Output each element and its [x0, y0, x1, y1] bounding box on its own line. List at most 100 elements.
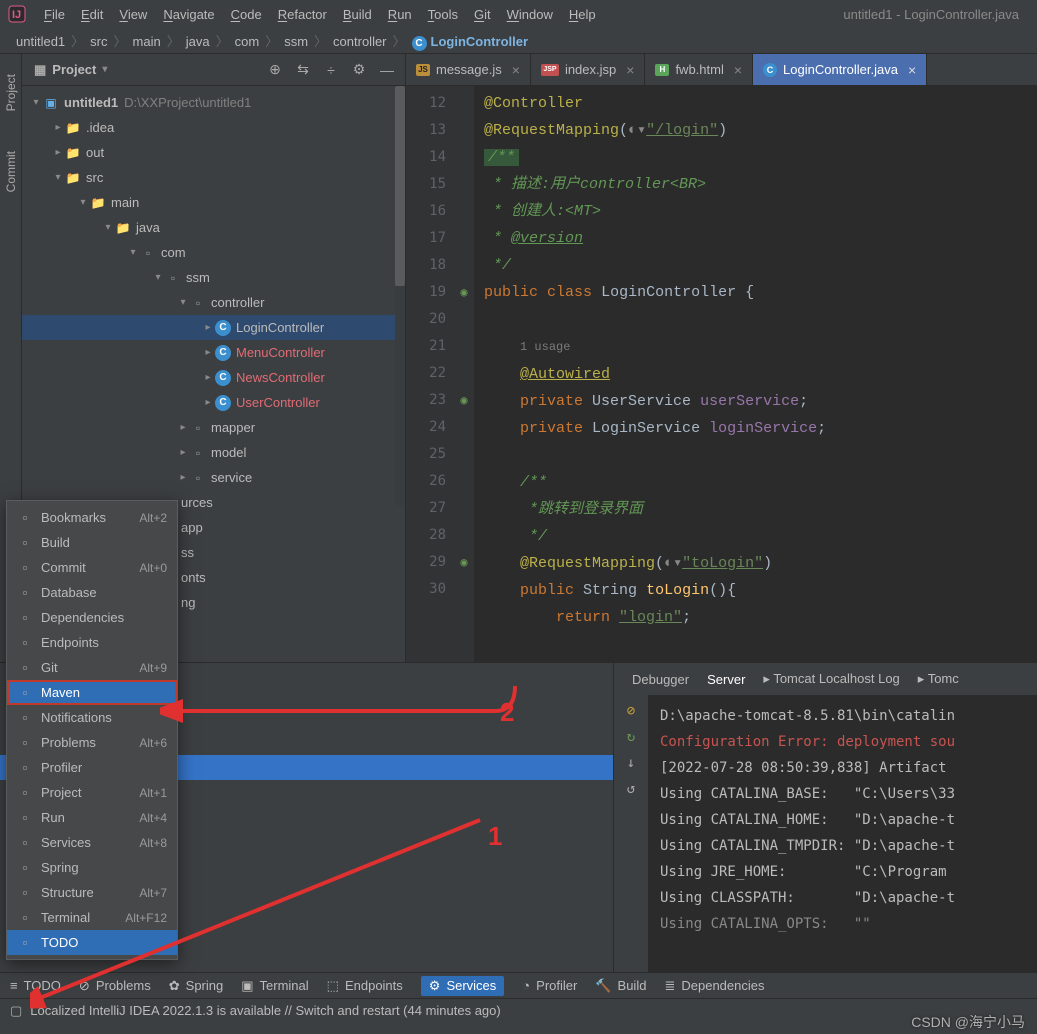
- tree-service[interactable]: ▸▫ service: [22, 465, 405, 490]
- menu-code[interactable]: Code: [223, 4, 270, 25]
- expand-all-icon[interactable]: ⇆: [293, 60, 313, 80]
- tree-class-login[interactable]: ▸C LoginController: [22, 315, 405, 340]
- menu-edit[interactable]: Edit: [73, 4, 111, 25]
- popup-item-todo[interactable]: ▫TODO: [7, 930, 177, 955]
- scroll-down-icon[interactable]: ↓: [627, 755, 635, 771]
- tab-tomcat-log[interactable]: ▸ Tomcat Localhost Log: [763, 665, 899, 693]
- console-output[interactable]: D:\apache-tomcat-8.5.81\bin\catalinConfi…: [648, 695, 1037, 972]
- rail-project[interactable]: Project: [4, 74, 18, 111]
- status-text[interactable]: Localized IntelliJ IDEA 2022.1.3 is avai…: [30, 1003, 500, 1018]
- tree-ssm[interactable]: ▾▫ ssm: [22, 265, 405, 290]
- popup-item-services[interactable]: ▫ServicesAlt+8: [7, 830, 177, 855]
- tree-class-user[interactable]: ▸C UserController: [22, 390, 405, 415]
- popup-item-profiler[interactable]: ▫Profiler: [7, 755, 177, 780]
- breadcrumb-item[interactable]: controller: [327, 34, 392, 49]
- popup-item-project[interactable]: ▫ProjectAlt+1: [7, 780, 177, 805]
- popup-item-run[interactable]: ▫RunAlt+4: [7, 805, 177, 830]
- tree-scrollbar[interactable]: [395, 86, 405, 506]
- popup-item-terminal[interactable]: ▫TerminalAlt+F12: [7, 905, 177, 930]
- close-tab-icon[interactable]: ×: [508, 62, 520, 78]
- tree-class-news[interactable]: ▸C NewsController: [22, 365, 405, 390]
- tree-mapper[interactable]: ▸▫ mapper: [22, 415, 405, 440]
- bottom-tab-build[interactable]: 🔨Build: [595, 978, 646, 994]
- close-tab-icon[interactable]: ×: [904, 62, 916, 78]
- collapse-all-icon[interactable]: ÷: [321, 60, 341, 80]
- breadcrumb-item[interactable]: ssm: [278, 34, 314, 49]
- tool-windows-popup[interactable]: ▫BookmarksAlt+2▫Build▫CommitAlt+0▫Databa…: [6, 500, 178, 960]
- popup-item-spring[interactable]: ▫Spring: [7, 855, 177, 880]
- code-editor[interactable]: 12131415161718192021222324252627282930 ◉…: [406, 86, 1037, 662]
- menu-git[interactable]: Git: [466, 4, 499, 25]
- menu-tools[interactable]: Tools: [420, 4, 466, 25]
- close-tab-icon[interactable]: ×: [622, 62, 634, 78]
- project-panel-title[interactable]: ▦ Project ▾: [34, 62, 107, 78]
- popup-item-git[interactable]: ▫GitAlt+9: [7, 655, 177, 680]
- breadcrumb-item[interactable]: com: [229, 34, 266, 49]
- menu-help[interactable]: Help: [561, 4, 604, 25]
- editor-tab[interactable]: JSmessage.js×: [406, 54, 531, 85]
- gutter-mapping-icon[interactable]: ◉: [454, 549, 474, 576]
- menu-build[interactable]: Build: [335, 4, 380, 25]
- rail-commit[interactable]: Commit: [4, 151, 18, 192]
- breadcrumb-current[interactable]: CLoginController: [406, 34, 535, 49]
- breadcrumb-item[interactable]: untitled1: [10, 34, 71, 49]
- popup-item-dependencies[interactable]: ▫Dependencies: [7, 605, 177, 630]
- bottom-tab-dependencies[interactable]: ≣Dependencies: [664, 978, 764, 994]
- settings-icon[interactable]: ⚙: [349, 60, 369, 80]
- tab-server[interactable]: Server: [707, 666, 745, 693]
- menu-file[interactable]: File: [36, 4, 73, 25]
- rerun-icon[interactable]: ↻: [627, 729, 635, 745]
- bottom-tab-profiler[interactable]: ◔Profiler: [522, 978, 577, 993]
- menu-window[interactable]: Window: [499, 4, 561, 25]
- tree-com[interactable]: ▾▫ com: [22, 240, 405, 265]
- tree-class-menu[interactable]: ▸C MenuController: [22, 340, 405, 365]
- popup-item-maven[interactable]: ▫Maven: [7, 680, 177, 705]
- breadcrumb-item[interactable]: java: [180, 34, 216, 49]
- popup-item-build[interactable]: ▫Build: [7, 530, 177, 555]
- status-icon[interactable]: ▢: [10, 1003, 22, 1019]
- tree-src[interactable]: ▾📁 src: [22, 165, 405, 190]
- menu-view[interactable]: View: [111, 4, 155, 25]
- editor-tab[interactable]: JSPindex.jsp×: [531, 54, 646, 85]
- tab-debugger[interactable]: Debugger: [632, 666, 689, 693]
- popup-item-bookmarks[interactable]: ▫BookmarksAlt+2: [7, 505, 177, 530]
- tree-root[interactable]: ▾▣ untitled1 D:\XXProject\untitled1: [22, 90, 405, 115]
- tree-main[interactable]: ▾📁 main: [22, 190, 405, 215]
- tree-controller[interactable]: ▾▫ controller: [22, 290, 405, 315]
- tree-model[interactable]: ▸▫ model: [22, 440, 405, 465]
- popup-item-commit[interactable]: ▫CommitAlt+0: [7, 555, 177, 580]
- breadcrumb-item[interactable]: main: [127, 34, 167, 49]
- tree-idea[interactable]: ▸📁 .idea: [22, 115, 405, 140]
- gutter-bean-icon[interactable]: ◉: [454, 387, 474, 414]
- bottom-tab-todo[interactable]: ≡TODO: [10, 978, 61, 993]
- gutter-icons: ◉ ◉ ◉: [454, 86, 474, 662]
- bottom-tab-spring[interactable]: ✿Spring: [169, 978, 223, 994]
- tree-out[interactable]: ▸📁 out: [22, 140, 405, 165]
- popup-item-notifications[interactable]: ▫Notifications: [7, 705, 177, 730]
- tab-tomcat-2[interactable]: ▸ Tomc: [918, 665, 959, 693]
- bottom-tab-terminal[interactable]: ▣Terminal: [241, 978, 308, 994]
- popup-item-database[interactable]: ▫Database: [7, 580, 177, 605]
- code-body[interactable]: @Controller @RequestMapping(◐▾"/login") …: [474, 86, 1037, 662]
- bottom-tab-problems[interactable]: ⊘Problems: [79, 978, 151, 994]
- text-wrap-icon[interactable]: ↺: [627, 781, 635, 797]
- popup-item-structure[interactable]: ▫StructureAlt+7: [7, 880, 177, 905]
- close-tab-icon[interactable]: ×: [730, 62, 742, 78]
- spring-icon: ✿: [169, 978, 180, 994]
- popup-item-endpoints[interactable]: ▫Endpoints: [7, 630, 177, 655]
- menu-refactor[interactable]: Refactor: [270, 4, 335, 25]
- menu-navigate[interactable]: Navigate: [155, 4, 222, 25]
- close-output-icon[interactable]: ⊘: [627, 703, 635, 719]
- breadcrumb-item[interactable]: src: [84, 34, 113, 49]
- tree-java[interactable]: ▾📁 java: [22, 215, 405, 240]
- menu-run[interactable]: Run: [380, 4, 420, 25]
- select-open-file-icon[interactable]: ⊕: [265, 60, 285, 80]
- editor-tab[interactable]: CLoginController.java×: [753, 54, 927, 85]
- popup-item-problems[interactable]: ▫ProblemsAlt+6: [7, 730, 177, 755]
- editor-tab[interactable]: Hfwb.html×: [645, 54, 753, 85]
- bottom-tab-services[interactable]: ⚙Services: [421, 976, 505, 996]
- bottom-tab-endpoints[interactable]: ⬚Endpoints: [327, 978, 403, 994]
- hide-panel-icon[interactable]: —: [377, 60, 397, 80]
- gutter-run-icon[interactable]: ◉: [454, 279, 474, 306]
- popup-icon: ▫: [17, 660, 33, 675]
